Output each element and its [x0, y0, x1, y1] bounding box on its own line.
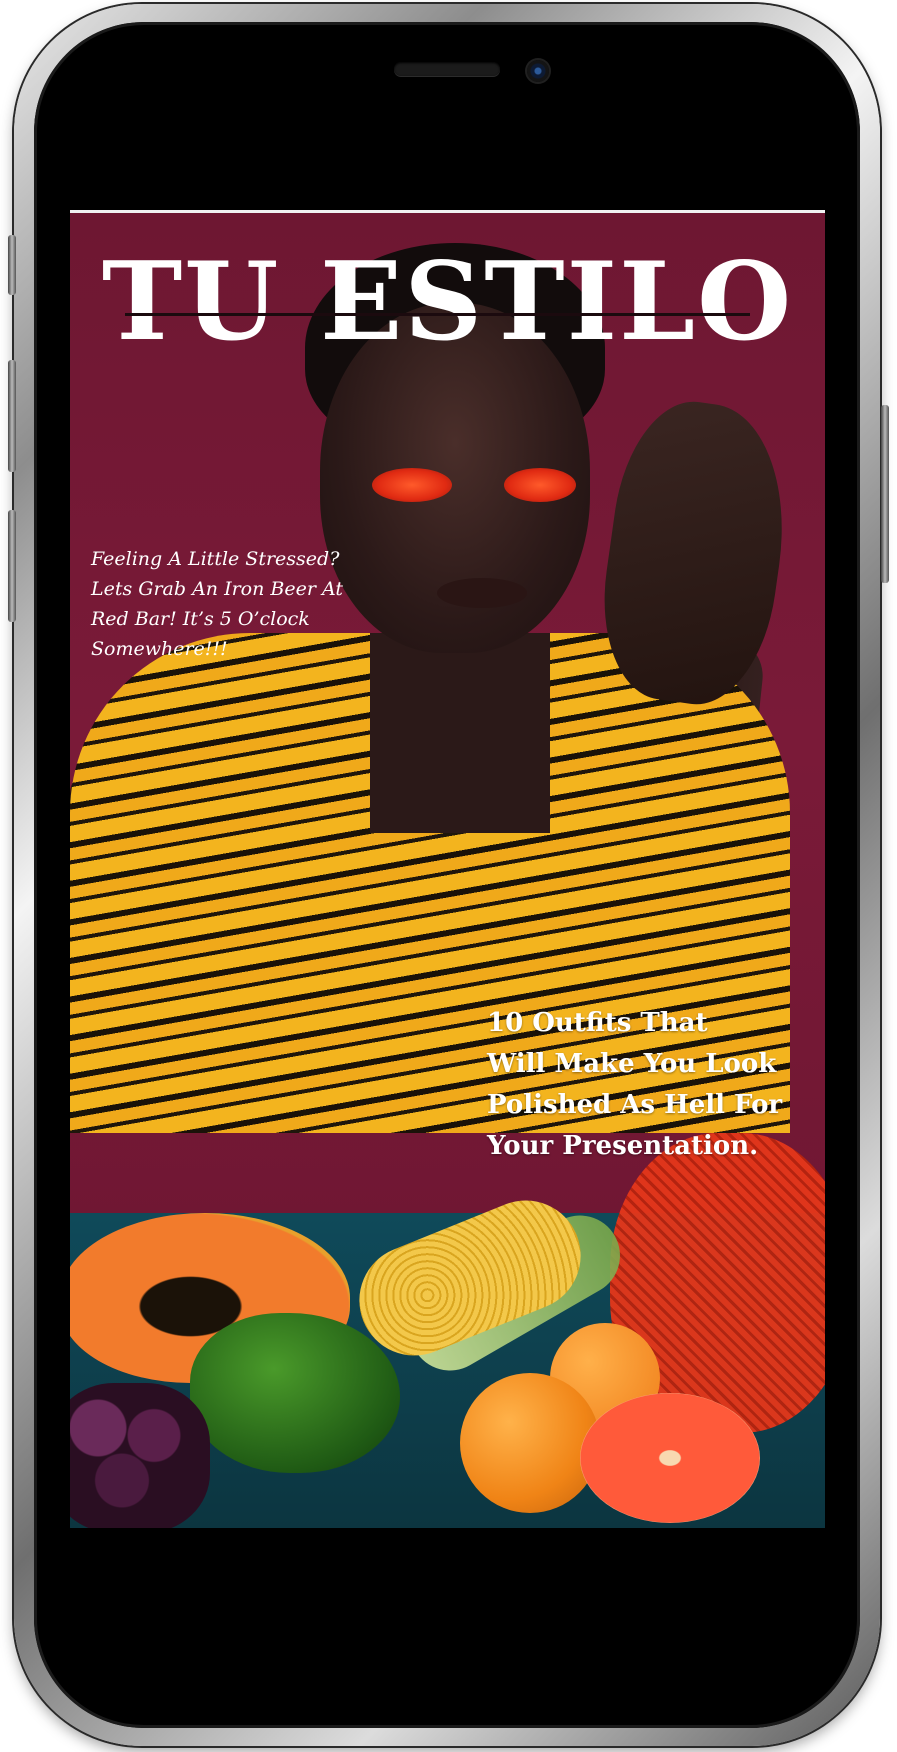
silent-switch	[8, 235, 16, 295]
volume-down-button	[8, 510, 16, 622]
cover-photo-hand	[589, 392, 801, 714]
cover-photo-grapefruit	[580, 1393, 760, 1523]
magazine-title: TU ESTILO	[101, 239, 794, 365]
cover-photo-neck	[370, 633, 550, 833]
cover-photo-grapes	[70, 1383, 210, 1528]
magazine-cover[interactable]: TU ESTILO Feeling A Little Stressed? Let…	[70, 213, 825, 1528]
front-camera-icon	[527, 60, 549, 82]
cover-photo-eye-left	[372, 468, 452, 502]
cover-headline: 10 Outfits That Will Make You Look Polis…	[487, 1008, 783, 1161]
cover-photo-lips	[437, 578, 527, 608]
cover-tagline: Feeling A Little Stressed? Lets Grab An …	[91, 548, 343, 660]
cover-photo-orange	[460, 1373, 600, 1513]
cover-photo-eye-right	[504, 468, 576, 502]
earpiece-speaker	[394, 62, 500, 76]
volume-up-button	[8, 360, 16, 472]
power-button	[881, 405, 889, 583]
title-strike-line	[125, 313, 750, 316]
